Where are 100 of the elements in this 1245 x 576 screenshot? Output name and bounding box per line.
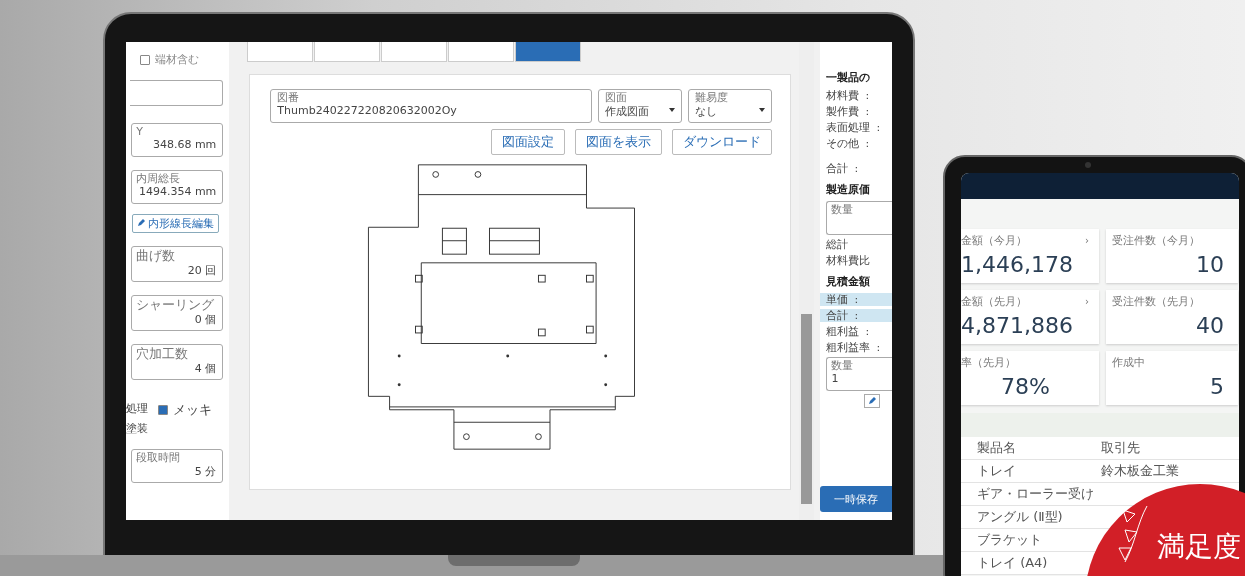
select-value: 作成図面 bbox=[604, 104, 649, 119]
table-cell-text: トレイ (A4) bbox=[976, 554, 1049, 572]
tab[interactable] bbox=[448, 42, 515, 62]
stat-label: 金額（先月） bbox=[961, 294, 1027, 309]
section-heading: 見積金額 bbox=[826, 274, 872, 289]
stat-label: 受注件数（今月） bbox=[1111, 233, 1200, 248]
edit-button[interactable]: 内形線長編集 bbox=[131, 214, 220, 233]
cost-label: 表面処理 bbox=[826, 121, 871, 134]
action-button[interactable]: 図面を表示 bbox=[574, 129, 662, 155]
stat-value: 40 bbox=[1195, 313, 1225, 338]
input-field[interactable]: 段取時間 5 分 bbox=[131, 449, 224, 483]
cost-label: 単価 bbox=[826, 293, 849, 306]
edit-button[interactable] bbox=[864, 394, 881, 408]
cost-label: 合計 bbox=[826, 162, 849, 175]
table-cell-text: トレイ bbox=[976, 462, 1017, 480]
checkbox[interactable] bbox=[158, 405, 168, 415]
separator-text: : bbox=[865, 325, 870, 338]
stat-label: 受注件数（先月） bbox=[1111, 294, 1200, 309]
field-label: 曲げ数 bbox=[136, 248, 176, 263]
field-value: 0 個 bbox=[194, 312, 217, 327]
stat-value: 10 bbox=[1195, 252, 1225, 277]
chevron-icon[interactable]: › bbox=[1085, 296, 1089, 307]
option-label: 処理 bbox=[126, 401, 148, 417]
select-field[interactable]: 難易度 なし bbox=[687, 89, 772, 123]
chevron-icon[interactable]: › bbox=[1085, 235, 1089, 246]
cost-label: 材料費比 bbox=[826, 254, 871, 267]
section-heading: 一製品の bbox=[826, 70, 872, 85]
field-value: 5 分 bbox=[194, 464, 217, 479]
action-button[interactable]: 図面設定 bbox=[490, 129, 565, 155]
tab[interactable] bbox=[381, 42, 448, 62]
field-value: Thumb240227220820632002Oy bbox=[277, 104, 457, 117]
checkbox[interactable] bbox=[140, 54, 150, 65]
table-cell-text: 鈴木板金工業 bbox=[1101, 462, 1180, 480]
field-label: 段取時間 bbox=[136, 451, 181, 464]
field-label: 図面 bbox=[604, 91, 627, 104]
checkbox-label[interactable]: メッキ bbox=[158, 401, 212, 419]
field-label: 図番 bbox=[277, 91, 300, 104]
field-label: 難易度 bbox=[694, 91, 728, 104]
field-value: 1494.354 mm bbox=[138, 185, 217, 198]
caret-icon bbox=[758, 108, 765, 112]
input-field[interactable]: 曲げ数 20 回 bbox=[131, 246, 224, 282]
input-field[interactable]: 数量 1 bbox=[826, 357, 892, 391]
field-value: 1 bbox=[831, 372, 839, 385]
field-value: 20 回 bbox=[187, 263, 217, 278]
input-field[interactable]: 図番 Thumb240227220820632002Oy bbox=[270, 89, 592, 123]
separator-text: : bbox=[876, 121, 881, 134]
separator-text: : bbox=[865, 105, 870, 118]
column-header: 製品名 bbox=[976, 439, 1017, 457]
checkbox-label[interactable]: 端材含む bbox=[140, 52, 199, 67]
input-field[interactable]: 穴加工数 4 個 bbox=[131, 344, 224, 380]
field-label: シャーリング bbox=[136, 297, 215, 312]
stat-value: 78% bbox=[1000, 374, 1051, 399]
scrollbar-thumb[interactable] bbox=[800, 314, 813, 504]
select-value: なし bbox=[694, 104, 717, 119]
separator-text: : bbox=[854, 293, 859, 306]
input-field[interactable]: シャーリング 0 個 bbox=[131, 295, 224, 331]
field-label: 内周総長 bbox=[136, 172, 181, 185]
badge-text: 満足度 bbox=[1157, 529, 1241, 565]
option-label: 塗装 bbox=[126, 421, 148, 436]
input-field[interactable] bbox=[130, 80, 224, 106]
separator-text: : bbox=[876, 341, 881, 354]
camera-icon bbox=[1085, 162, 1091, 168]
cost-label: その他 bbox=[826, 137, 860, 150]
action-button[interactable]: ダウンロード bbox=[671, 129, 772, 155]
field-value: 348.68 mm bbox=[152, 138, 217, 151]
table-cell-text: ギア・ローラー受け bbox=[976, 485, 1095, 503]
pencil-icon bbox=[136, 219, 145, 227]
tab[interactable] bbox=[314, 42, 381, 62]
separator-text: : bbox=[854, 309, 859, 322]
caret-icon bbox=[668, 108, 675, 112]
cost-label: 製作費 bbox=[826, 105, 860, 118]
cost-label: 合計 bbox=[826, 309, 849, 322]
select-field[interactable]: 図面 作成図面 bbox=[597, 89, 682, 123]
table-cell-text: アングル (Ⅱ型) bbox=[976, 508, 1064, 526]
field-label: 穴加工数 bbox=[136, 346, 189, 361]
cost-label: 粗利益 bbox=[826, 325, 860, 338]
field-value: 4 個 bbox=[194, 361, 217, 376]
field-label: 数量 bbox=[831, 359, 854, 372]
tab[interactable] bbox=[515, 42, 582, 62]
field-label: 数量 bbox=[831, 203, 854, 216]
table-cell-text: ブラケット bbox=[976, 531, 1043, 549]
separator-text: : bbox=[865, 89, 870, 102]
cost-label: 材料費 bbox=[826, 89, 860, 102]
stat-value: 1,446,178 bbox=[961, 252, 1074, 277]
stat-label: 金額（今月） bbox=[961, 233, 1027, 248]
cost-label: 総計 bbox=[826, 238, 849, 251]
separator-text: : bbox=[854, 162, 859, 175]
stat-value: 5 bbox=[1209, 374, 1225, 399]
save-button[interactable]: 一時保存 bbox=[820, 486, 892, 512]
input-field[interactable]: 内周総長 1494.354 mm bbox=[131, 170, 224, 204]
stat-label: 作成中 bbox=[1111, 355, 1145, 370]
column-header: 取引先 bbox=[1101, 439, 1141, 457]
cost-label: 粗利益率 bbox=[826, 341, 871, 354]
stat-value: 4,871,886 bbox=[961, 313, 1074, 338]
input-field[interactable]: Y 348.68 mm bbox=[131, 123, 224, 157]
stat-label: 率（先月） bbox=[961, 355, 1016, 370]
input-field[interactable]: 数量 bbox=[826, 201, 892, 235]
pencil-icon bbox=[868, 397, 877, 405]
section-heading: 製造原価 bbox=[826, 182, 872, 197]
tab[interactable] bbox=[247, 42, 314, 62]
